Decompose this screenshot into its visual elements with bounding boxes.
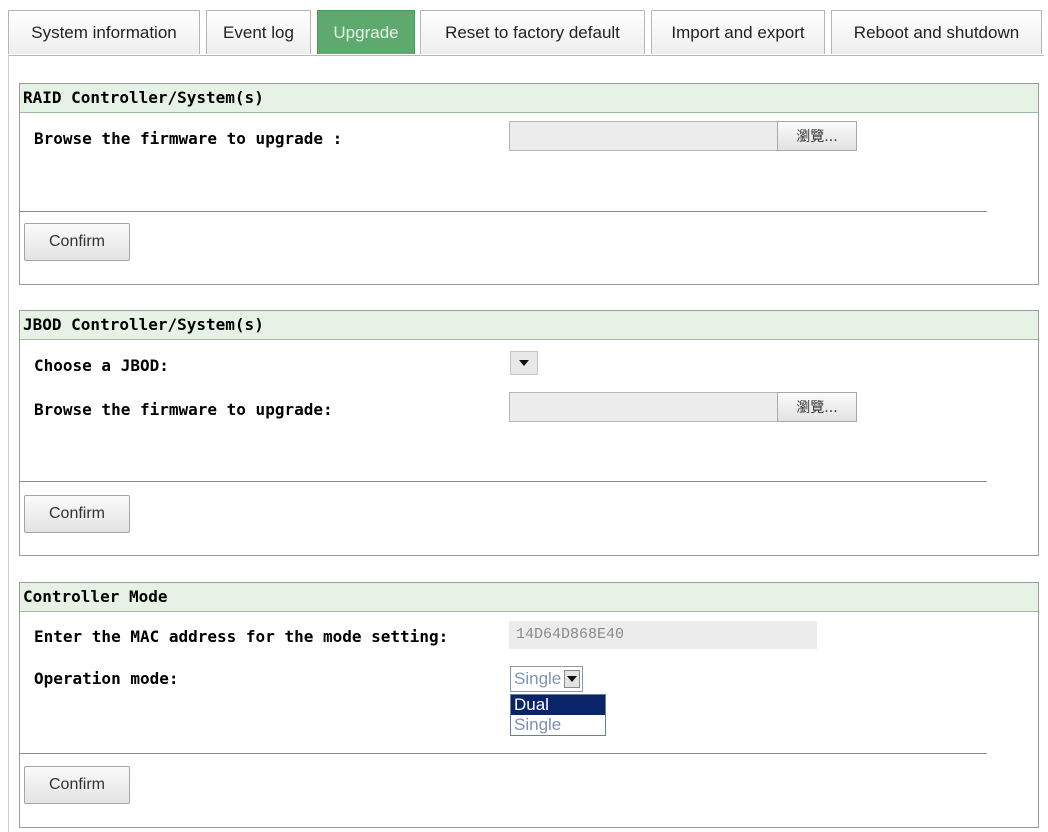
jbod-select[interactable] — [510, 351, 538, 375]
mac-address-input[interactable]: 14D64D868E40 — [509, 621, 817, 649]
option-dual[interactable]: Dual — [511, 695, 605, 715]
mode-confirm-button[interactable]: Confirm — [24, 766, 130, 804]
mac-address-label: Enter the MAC address for the mode setti… — [34, 627, 449, 646]
jbod-browse-label: Browse the firmware to upgrade: — [34, 400, 333, 419]
jbod-section-title: JBOD Controller/System(s) — [20, 311, 1038, 340]
operation-mode-selected: Single — [514, 669, 562, 688]
page-left-border — [8, 56, 9, 832]
controller-mode-title: Controller Mode — [20, 583, 1038, 612]
jbod-confirm-button[interactable]: Confirm — [24, 495, 130, 533]
tab-bar: System information Event log Upgrade Res… — [8, 10, 1044, 56]
jbod-choose-label: Choose a JBOD: — [34, 356, 169, 375]
tab-system-information[interactable]: System information — [8, 10, 200, 54]
tab-event-log[interactable]: Event log — [206, 10, 311, 54]
raid-section-title: RAID Controller/System(s) — [20, 84, 1038, 113]
jbod-browse-button[interactable]: 瀏覽... — [777, 392, 857, 422]
raid-browse-button[interactable]: 瀏覽... — [777, 121, 857, 151]
chevron-down-icon[interactable] — [564, 670, 580, 688]
option-single[interactable]: Single — [511, 715, 605, 735]
jbod-firmware-file-input[interactable] — [509, 392, 777, 422]
operation-mode-dropdown: Dual Single — [510, 694, 606, 736]
tab-reboot-and-shutdown[interactable]: Reboot and shutdown — [831, 10, 1042, 54]
raid-confirm-button[interactable]: Confirm — [24, 223, 130, 261]
raid-divider — [20, 211, 987, 212]
raid-firmware-file-input[interactable] — [509, 121, 777, 151]
chevron-down-icon — [519, 360, 529, 366]
mode-divider — [20, 753, 987, 754]
operation-mode-select[interactable]: Single — [510, 666, 583, 692]
raid-section: RAID Controller/System(s) Browse the fir… — [19, 83, 1039, 285]
tab-upgrade[interactable]: Upgrade — [317, 10, 415, 54]
raid-browse-label: Browse the firmware to upgrade : — [34, 129, 343, 148]
controller-mode-section: Controller Mode Enter the MAC address fo… — [19, 582, 1039, 828]
jbod-section: JBOD Controller/System(s) Choose a JBOD:… — [19, 310, 1039, 556]
operation-mode-label: Operation mode: — [34, 669, 179, 688]
tab-reset-to-factory-default[interactable]: Reset to factory default — [420, 10, 645, 54]
tab-import-and-export[interactable]: Import and export — [651, 10, 825, 54]
jbod-divider — [20, 481, 987, 482]
